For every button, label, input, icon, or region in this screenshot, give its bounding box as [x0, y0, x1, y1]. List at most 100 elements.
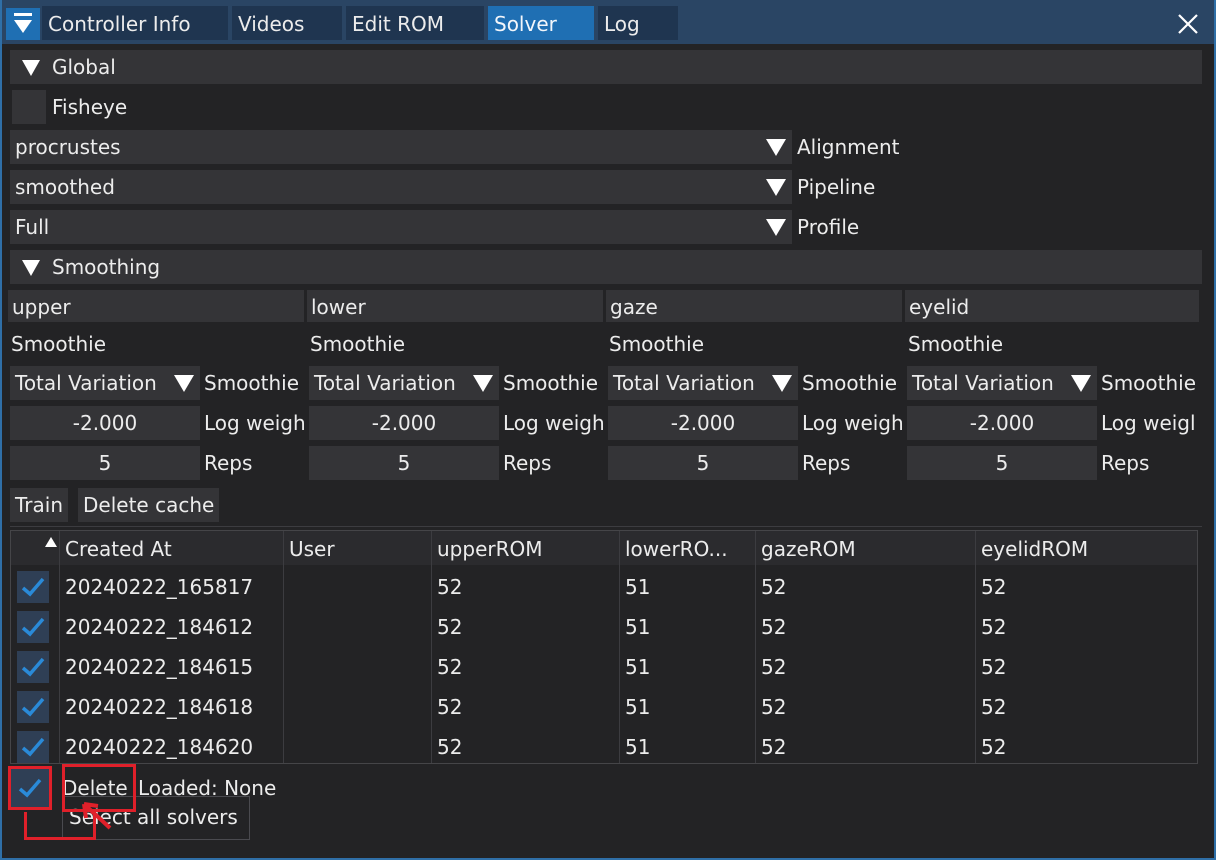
table-cell: 20240222_184620 [65, 735, 254, 759]
col-gaze-rom[interactable]: gazeROM [757, 531, 977, 565]
profile-combo[interactable]: Full [10, 210, 792, 244]
smoothing-col-lower-header: lower [307, 290, 603, 322]
reps-input[interactable]: 5 [309, 446, 499, 480]
table-cell: 52 [437, 735, 463, 759]
divider [10, 526, 1202, 527]
col-lower-rom[interactable]: lowerRO... [621, 531, 757, 565]
alignment-combo[interactable]: procrustes [10, 130, 792, 164]
table-cell: 51 [625, 575, 651, 599]
table-cell [285, 567, 433, 607]
check-icon [21, 577, 45, 597]
log-weight-label: Log weigh [503, 411, 605, 435]
smoothie-title: Smoothie [908, 332, 1004, 356]
solvers-table: Created At User upperROM lowerRO... gaze… [10, 530, 1198, 764]
reps-input[interactable]: 5 [907, 446, 1097, 480]
tab-solver[interactable]: Solver [488, 6, 594, 40]
dropdown-arrow-icon [473, 375, 493, 392]
table-cell: 52 [981, 575, 1007, 599]
check-icon [21, 737, 45, 757]
row-checkbox[interactable] [17, 571, 49, 603]
smoothing-method-combo[interactable]: Total Variation [608, 366, 798, 400]
log-weight-label: Log weigl [1101, 411, 1196, 435]
pointer-arrow-icon [82, 802, 112, 830]
fisheye-label: Fisheye [52, 95, 128, 119]
dropdown-arrow-icon [766, 219, 786, 236]
global-section-header[interactable]: Global [10, 50, 1202, 84]
table-cell: 52 [981, 615, 1007, 639]
smoothing-method-combo[interactable]: Total Variation [907, 366, 1097, 400]
delete-cache-button[interactable]: Delete cache [78, 488, 220, 522]
col-eyelid-rom[interactable]: eyelidROM [977, 531, 1197, 565]
global-header-label: Global [52, 55, 116, 79]
log-weight-input[interactable]: -2.000 [608, 406, 798, 440]
smoothing-col-gaze-header: gaze [606, 290, 902, 322]
column-divider [59, 531, 60, 763]
select-all-checkbox[interactable] [8, 766, 52, 810]
col-name: lower [311, 295, 366, 319]
pipeline-value: smoothed [15, 175, 115, 199]
table-cell: 51 [625, 695, 651, 719]
col-user[interactable]: User [285, 531, 433, 565]
smoothing-section-header[interactable]: Smoothing [10, 250, 1202, 284]
sort-ascending-icon [45, 537, 57, 547]
table-cell: 52 [981, 655, 1007, 679]
alignment-label: Alignment [797, 135, 900, 159]
log-weight-input[interactable]: -2.000 [309, 406, 499, 440]
table-cell: 20240222_184615 [65, 655, 254, 679]
method-label: Smoothie [204, 371, 300, 395]
table-cell: 51 [625, 655, 651, 679]
method-label: Smoothie [1101, 371, 1197, 395]
col-name: eyelid [909, 295, 970, 319]
collapse-triangle-icon [22, 60, 40, 76]
table-cell: 52 [761, 695, 787, 719]
tab-log[interactable]: Log [598, 6, 678, 40]
close-icon[interactable] [1168, 4, 1208, 44]
dropdown-arrow-icon [772, 375, 792, 392]
table-cell: 52 [981, 735, 1007, 759]
table-cell: 51 [625, 615, 651, 639]
table-cell: 52 [437, 695, 463, 719]
table-cell: 52 [761, 615, 787, 639]
check-icon [21, 657, 45, 677]
row-checkbox[interactable] [17, 611, 49, 643]
sort-header[interactable] [11, 531, 61, 565]
check-icon [18, 778, 42, 798]
check-icon [21, 617, 45, 637]
table-cell: 20240222_165817 [65, 575, 254, 599]
table-cell: 52 [437, 575, 463, 599]
smoothing-header-label: Smoothing [52, 255, 161, 279]
reps-input[interactable]: 5 [10, 446, 200, 480]
tab-videos[interactable]: Videos [232, 6, 342, 40]
table-cell [285, 607, 433, 647]
dropdown-arrow-icon [766, 139, 786, 156]
table-cell: 52 [981, 695, 1007, 719]
menu-icon[interactable] [6, 8, 40, 40]
smoothing-method-combo[interactable]: Total Variation [10, 366, 200, 400]
tab-edit-rom[interactable]: Edit ROM [346, 6, 484, 40]
log-weight-input[interactable]: -2.000 [907, 406, 1097, 440]
row-checkbox[interactable] [17, 731, 49, 763]
dropdown-arrow-icon [174, 375, 194, 392]
fisheye-checkbox[interactable] [12, 90, 46, 124]
tab-controller-info[interactable]: Controller Info [42, 6, 228, 40]
col-created-at[interactable]: Created At [61, 531, 285, 565]
smoothing-method-combo[interactable]: Total Variation [309, 366, 499, 400]
table-cell [285, 687, 433, 727]
log-weight-input[interactable]: -2.000 [10, 406, 200, 440]
col-upper-rom[interactable]: upperROM [433, 531, 621, 565]
table-cell [285, 727, 433, 767]
table-cell: 52 [761, 655, 787, 679]
pipeline-label: Pipeline [797, 175, 876, 199]
reps-label: Reps [503, 451, 552, 475]
table-cell: 20240222_184618 [65, 695, 254, 719]
table-cell: 20240222_184612 [65, 615, 254, 639]
row-checkbox[interactable] [17, 651, 49, 683]
table-cell: 52 [761, 575, 787, 599]
pipeline-combo[interactable]: smoothed [10, 170, 792, 204]
reps-input[interactable]: 5 [608, 446, 798, 480]
row-checkbox[interactable] [17, 691, 49, 723]
train-button[interactable]: Train [10, 488, 68, 522]
smoothie-title: Smoothie [609, 332, 705, 356]
dropdown-arrow-icon [766, 179, 786, 196]
method-value: Total Variation [613, 371, 755, 395]
